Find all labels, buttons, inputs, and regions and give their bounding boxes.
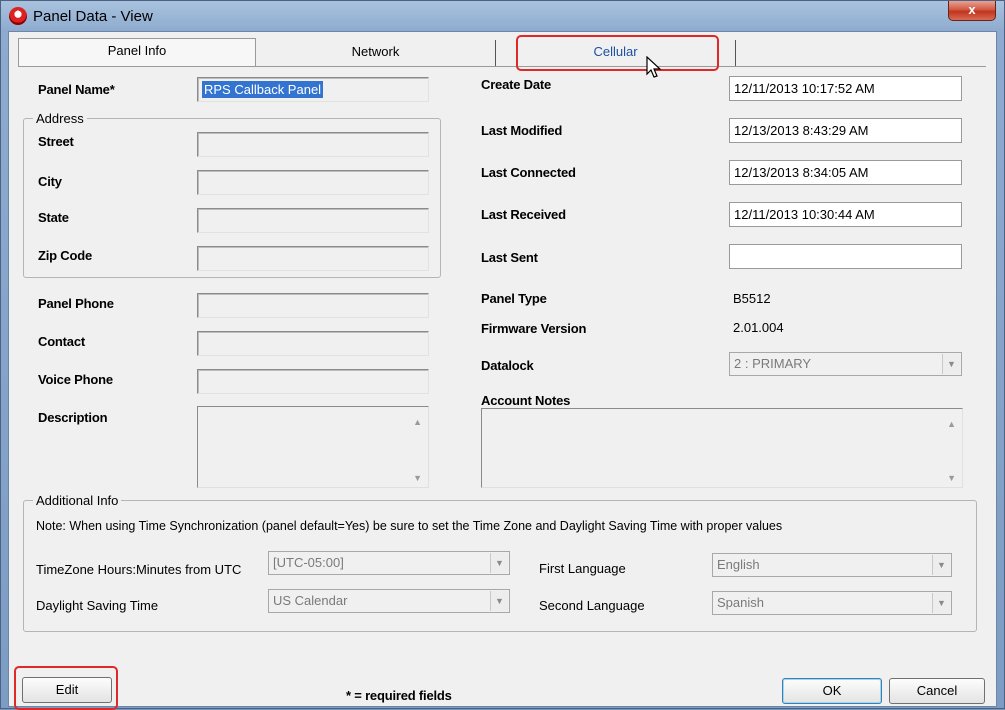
scroll-up-icon[interactable]: ▲ bbox=[947, 419, 956, 429]
city-label: City bbox=[38, 174, 62, 189]
address-legend: Address bbox=[33, 111, 87, 126]
last-modified-field: 12/13/2013 8:43:29 AM bbox=[729, 118, 962, 143]
contact-label: Contact bbox=[38, 334, 85, 349]
datalock-value: 2 : PRIMARY bbox=[734, 356, 812, 371]
panel-phone-field[interactable] bbox=[197, 293, 429, 318]
chevron-down-icon[interactable]: ▼ bbox=[932, 555, 950, 575]
account-notes-textarea[interactable]: ▲ ▼ bbox=[481, 408, 963, 488]
dialog-client-area: Network Cellular Panel Info Panel Name* … bbox=[8, 31, 997, 710]
datalock-select[interactable]: 2 : PRIMARY ▼ bbox=[729, 352, 962, 376]
tab-divider bbox=[18, 66, 986, 67]
second-language-label: Second Language bbox=[539, 598, 645, 613]
voice-phone-field[interactable] bbox=[197, 369, 429, 394]
last-connected-field: 12/13/2013 8:34:05 AM bbox=[729, 160, 962, 185]
first-language-select[interactable]: English ▼ bbox=[712, 553, 952, 577]
first-language-value: English bbox=[717, 557, 760, 572]
dst-label: Daylight Saving Time bbox=[36, 598, 159, 613]
panel-type-label: Panel Type bbox=[481, 291, 547, 306]
last-sent-label: Last Sent bbox=[481, 250, 538, 265]
create-date-label: Create Date bbox=[481, 77, 552, 92]
window-title: Panel Data - View bbox=[33, 8, 153, 25]
chevron-down-icon[interactable]: ▼ bbox=[490, 553, 508, 573]
firmware-version-value: 2.01.004 bbox=[733, 320, 784, 335]
panel-name-label: Panel Name* bbox=[38, 82, 115, 97]
chevron-down-icon[interactable]: ▼ bbox=[942, 354, 960, 374]
last-modified-label: Last Modified bbox=[481, 123, 563, 138]
account-notes-label: Account Notes bbox=[481, 393, 571, 408]
datalock-label: Datalock bbox=[481, 358, 534, 373]
scroll-down-icon[interactable]: ▼ bbox=[947, 473, 956, 483]
last-received-field: 12/11/2013 10:30:44 AM bbox=[729, 202, 962, 227]
cellular-tab-highlight bbox=[516, 35, 719, 71]
city-field[interactable] bbox=[197, 170, 429, 195]
first-language-label: First Language bbox=[539, 561, 626, 576]
second-language-select[interactable]: Spanish ▼ bbox=[712, 591, 952, 615]
last-connected-label: Last Connected bbox=[481, 165, 576, 180]
edit-button-highlight bbox=[14, 666, 118, 710]
state-label: State bbox=[38, 210, 69, 225]
ok-button[interactable]: OK bbox=[782, 678, 882, 704]
tab-panel-info[interactable]: Panel Info bbox=[18, 38, 256, 66]
panel-data-window: Panel Data - View x Network Cellular Pan… bbox=[0, 0, 1005, 710]
last-received-label: Last Received bbox=[481, 207, 566, 222]
description-label: Description bbox=[38, 410, 108, 425]
mouse-cursor-icon bbox=[646, 56, 662, 78]
street-label: Street bbox=[38, 134, 74, 149]
dst-value: US Calendar bbox=[273, 593, 348, 608]
panel-name-value: RPS Callback Panel bbox=[202, 81, 324, 98]
scroll-down-icon[interactable]: ▼ bbox=[413, 473, 422, 483]
timezone-select[interactable]: [UTC-05:00] ▼ bbox=[268, 551, 510, 575]
panel-type-value: B5512 bbox=[733, 291, 771, 306]
contact-field[interactable] bbox=[197, 331, 429, 356]
second-language-value: Spanish bbox=[717, 595, 764, 610]
dst-select[interactable]: US Calendar ▼ bbox=[268, 589, 510, 613]
chevron-down-icon[interactable]: ▼ bbox=[932, 593, 950, 613]
panel-name-field[interactable]: RPS Callback Panel bbox=[197, 77, 429, 102]
zip-code-field[interactable] bbox=[197, 246, 429, 271]
close-button[interactable]: x bbox=[948, 1, 996, 21]
required-fields-note: * = required fields bbox=[346, 688, 452, 703]
state-field[interactable] bbox=[197, 208, 429, 233]
panel-phone-label: Panel Phone bbox=[38, 296, 114, 311]
last-sent-field bbox=[729, 244, 962, 269]
timezone-label: TimeZone Hours:Minutes from UTC bbox=[36, 562, 242, 577]
title-bar[interactable]: Panel Data - View x bbox=[1, 1, 1004, 31]
street-field[interactable] bbox=[197, 132, 429, 157]
chevron-down-icon[interactable]: ▼ bbox=[490, 591, 508, 611]
time-sync-note: Note: When using Time Synchronization (p… bbox=[36, 519, 783, 533]
additional-info-legend: Additional Info bbox=[33, 493, 122, 508]
scroll-up-icon[interactable]: ▲ bbox=[413, 417, 422, 427]
timezone-value: [UTC-05:00] bbox=[273, 555, 344, 570]
rps-app-icon bbox=[9, 7, 27, 25]
zip-code-label: Zip Code bbox=[38, 248, 93, 263]
firmware-version-label: Firmware Version bbox=[481, 321, 587, 336]
create-date-field: 12/11/2013 10:17:52 AM bbox=[729, 76, 962, 101]
voice-phone-label: Voice Phone bbox=[38, 372, 113, 387]
description-textarea[interactable]: ▲ ▼ bbox=[197, 406, 429, 488]
tab-network[interactable]: Network bbox=[256, 40, 496, 66]
cancel-button[interactable]: Cancel bbox=[889, 678, 985, 704]
